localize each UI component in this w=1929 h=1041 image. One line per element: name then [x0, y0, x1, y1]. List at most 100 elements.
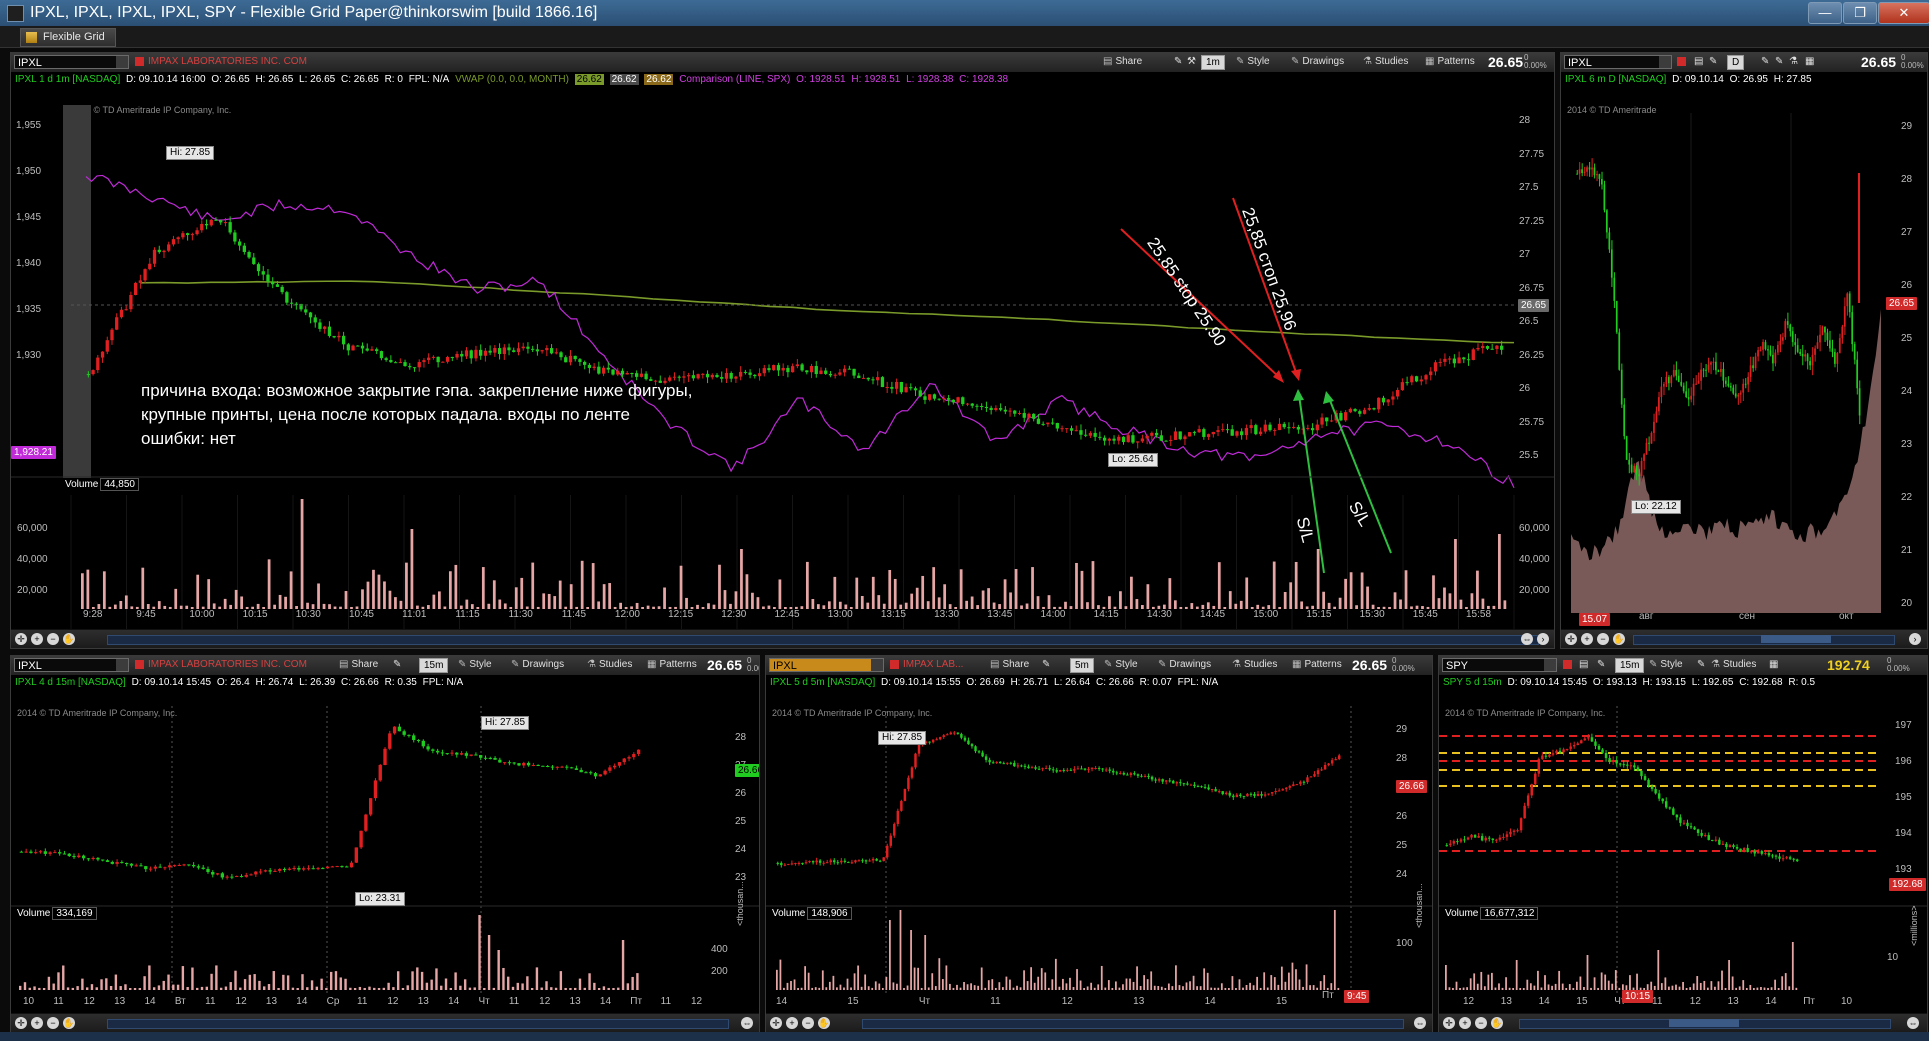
- volume-bar: [1586, 955, 1589, 990]
- expand-icon[interactable]: ⇔: [1414, 1017, 1426, 1029]
- time-scrollbar[interactable]: [862, 1019, 1404, 1029]
- main-left-axis-label: 1,950: [16, 166, 42, 177]
- zoom-out-icon[interactable]: −: [1597, 633, 1609, 645]
- tab-label: Flexible Grid: [43, 31, 105, 43]
- candle-body: [445, 356, 450, 362]
- volume-bar: [1245, 985, 1248, 990]
- chart-canvas[interactable]: [1439, 656, 1927, 1032]
- volume-bar: [1118, 987, 1121, 990]
- volume-bar: [893, 578, 897, 609]
- candle-body: [1700, 369, 1702, 381]
- candle-body: [516, 348, 521, 352]
- candle-body: [1309, 776, 1313, 778]
- candle-body: [1746, 848, 1749, 853]
- candle-body: [1752, 365, 1754, 369]
- candle-body: [392, 726, 397, 734]
- bl-time-label: 11: [357, 996, 368, 1007]
- volume-bar: [272, 971, 275, 990]
- candle-body: [1048, 768, 1051, 770]
- candle-body: [804, 862, 808, 864]
- minimize-button[interactable]: —: [1808, 2, 1842, 24]
- volume-bar: [358, 986, 362, 990]
- volume-bar: [843, 987, 845, 990]
- hand-icon[interactable]: ✋: [63, 1017, 75, 1029]
- time-scrollbar[interactable]: [107, 635, 1539, 645]
- volume-bar: [368, 986, 371, 990]
- volume-bar: [1731, 976, 1734, 990]
- scroll-thumb[interactable]: [1669, 1019, 1739, 1027]
- expand-icon[interactable]: ⇔: [741, 1017, 753, 1029]
- move-icon[interactable]: ✛: [1565, 633, 1577, 645]
- expand-icon[interactable]: ⇔: [1907, 1017, 1919, 1029]
- candle-body: [701, 373, 705, 375]
- main-time-axis-label: 14:30: [1146, 609, 1172, 620]
- main-right-axis-label: 27.5: [1519, 182, 1539, 193]
- expand-icon[interactable]: ⇔: [1521, 633, 1533, 645]
- move-icon[interactable]: ✛: [15, 1017, 27, 1029]
- maximize-button[interactable]: ❐: [1843, 2, 1877, 24]
- volume-bar: [444, 978, 448, 990]
- candle-body: [206, 868, 210, 873]
- volume-bar: [1249, 982, 1251, 990]
- hand-icon[interactable]: ✋: [818, 1017, 830, 1029]
- candle-body: [1327, 763, 1330, 765]
- volume-bar: [1629, 975, 1631, 990]
- volume-bar: [804, 966, 807, 990]
- chart-canvas[interactable]: [766, 656, 1432, 1032]
- candle-body: [1786, 321, 1789, 325]
- volume-bar: [218, 606, 222, 609]
- zoom-out-icon[interactable]: −: [802, 1017, 814, 1029]
- zoom-out-icon[interactable]: −: [47, 1017, 59, 1029]
- volume-bar: [1125, 978, 1128, 990]
- zoom-in-icon[interactable]: +: [1459, 1017, 1471, 1029]
- candle-body: [1742, 848, 1746, 851]
- hand-icon[interactable]: ✋: [1613, 633, 1625, 645]
- zoom-in-icon[interactable]: +: [786, 1017, 798, 1029]
- scroll-right-icon[interactable]: ›: [1909, 633, 1921, 645]
- chart-4d-15m-panel: IPXL IMPAX LABORATORIES INC. COM ▤ Share …: [10, 655, 760, 1033]
- tab-flexible-grid[interactable]: Flexible Grid: [20, 28, 116, 47]
- volume-bar: [432, 594, 436, 609]
- last-price-tag: 192.68: [1889, 878, 1926, 891]
- volume-bar: [443, 606, 447, 609]
- volume-bar: [1252, 985, 1255, 990]
- candle-body: [1299, 781, 1302, 785]
- volume-bar: [1699, 982, 1702, 990]
- zoom-in-icon[interactable]: +: [31, 1017, 43, 1029]
- candle-body: [1263, 794, 1267, 796]
- candle-body: [304, 309, 308, 313]
- zoom-out-icon[interactable]: −: [1475, 1017, 1487, 1029]
- candle-body: [1306, 777, 1309, 783]
- volume-bar: [1139, 986, 1142, 990]
- volume-bar: [1298, 979, 1301, 990]
- main-chart-canvas[interactable]: [11, 53, 1554, 648]
- candle-body: [1377, 397, 1381, 410]
- candle-body: [1093, 432, 1097, 437]
- volume-bar: [591, 563, 595, 609]
- move-icon[interactable]: ✛: [770, 1017, 782, 1029]
- volume-bar: [1026, 981, 1029, 990]
- volume-bar: [520, 577, 524, 609]
- volume-bar: [636, 973, 639, 990]
- scroll-right-icon[interactable]: ›: [1537, 633, 1549, 645]
- main-right-axis-label: 26.25: [1519, 349, 1545, 361]
- move-icon[interactable]: ✛: [15, 633, 27, 645]
- volume-bar: [186, 987, 189, 990]
- time-scrollbar[interactable]: [107, 1019, 729, 1029]
- hand-icon[interactable]: ✋: [63, 633, 75, 645]
- close-button[interactable]: ✕: [1878, 2, 1929, 24]
- zoom-out-icon[interactable]: −: [47, 633, 59, 645]
- candle-body: [961, 397, 965, 405]
- scroll-thumb[interactable]: [1761, 635, 1831, 643]
- move-icon[interactable]: ✛: [1443, 1017, 1455, 1029]
- volume-bar: [366, 581, 370, 609]
- chart-canvas[interactable]: [11, 656, 759, 1032]
- zoom-in-icon[interactable]: +: [31, 633, 43, 645]
- hand-icon[interactable]: ✋: [1491, 1017, 1503, 1029]
- volume-bar: [1604, 974, 1607, 990]
- zoom-in-icon[interactable]: +: [1581, 633, 1593, 645]
- candle-body: [337, 335, 341, 338]
- volume-bar: [449, 987, 453, 990]
- daily-chart-canvas[interactable]: [1561, 53, 1927, 648]
- candle-body: [1456, 841, 1459, 843]
